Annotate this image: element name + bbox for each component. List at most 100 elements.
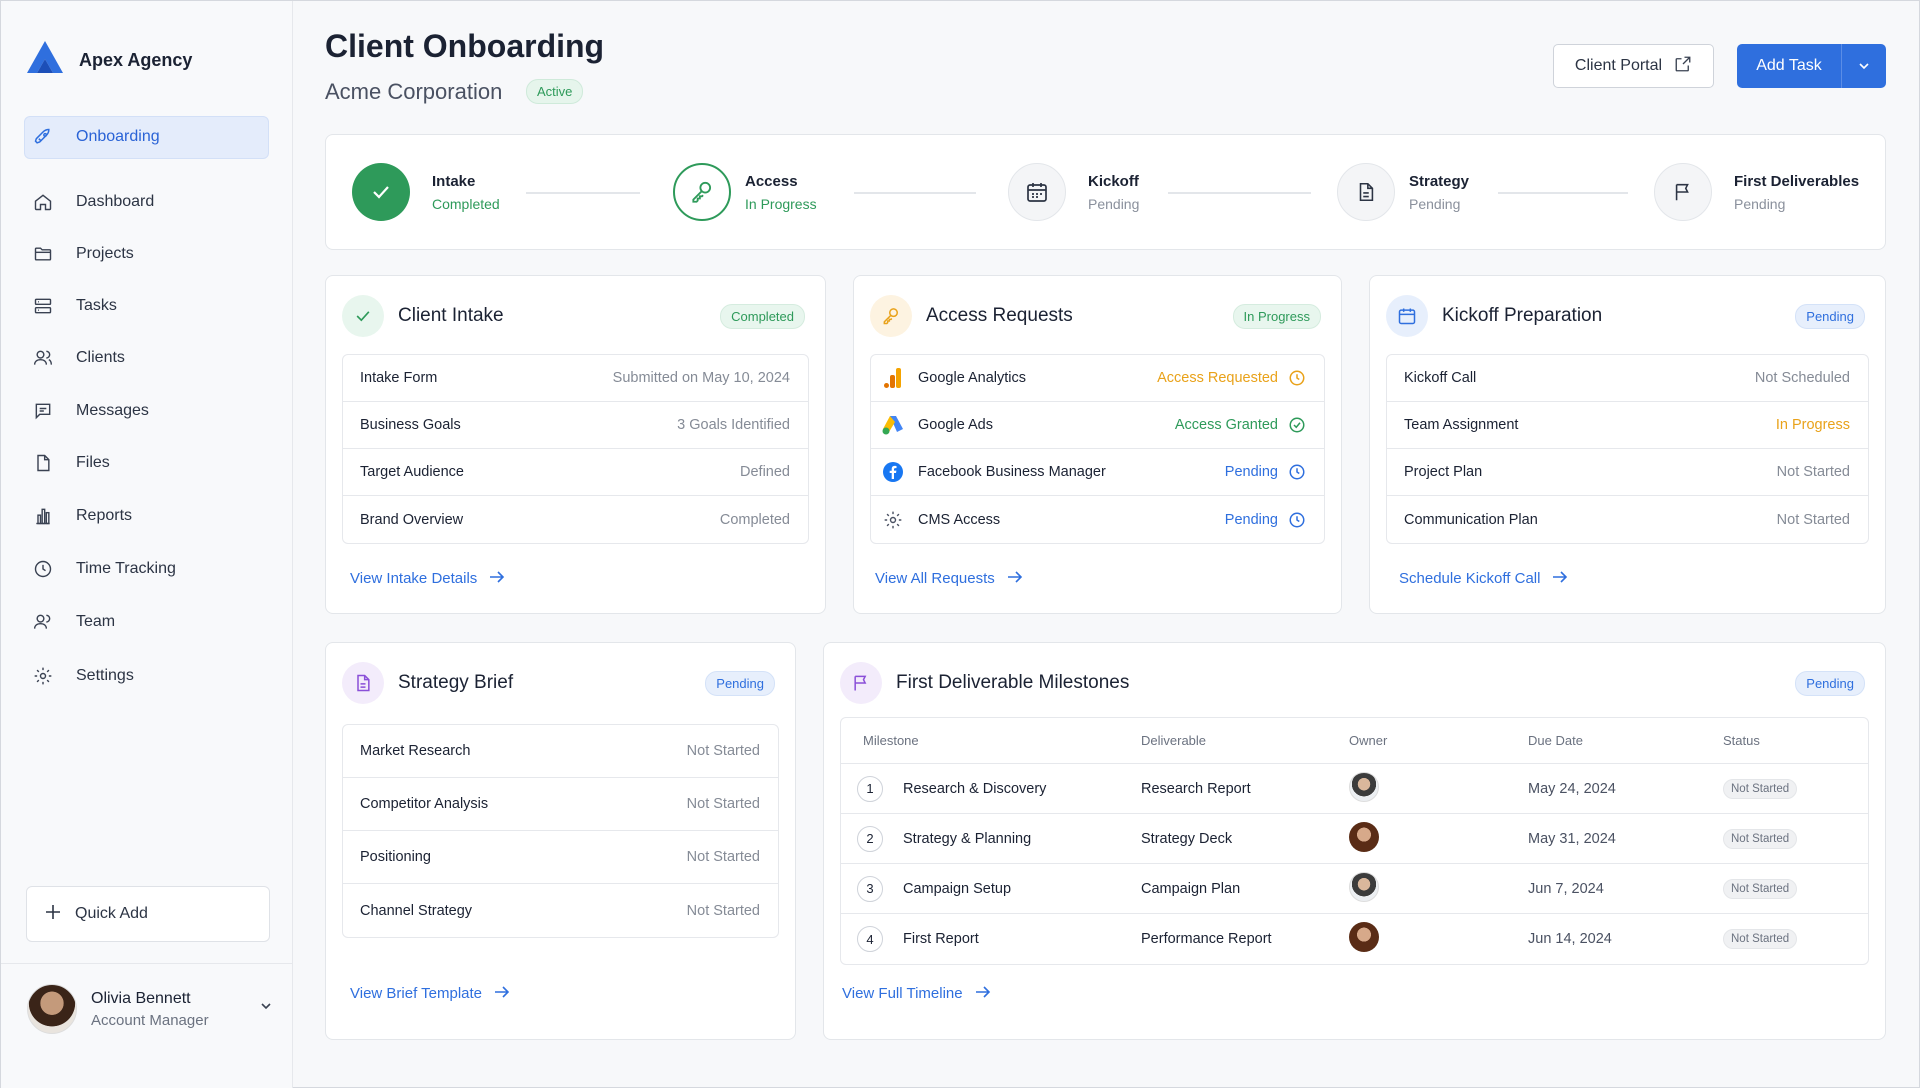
list-item[interactable]: Market Research Not Started bbox=[343, 725, 778, 778]
list-item[interactable]: Target Audience Defined bbox=[343, 449, 808, 496]
link-label: View Full Timeline bbox=[842, 985, 963, 1002]
clock-icon bbox=[1288, 511, 1306, 529]
onboarding-stepper: Intake Completed Access In Progress Kickof… bbox=[325, 134, 1886, 250]
row-label: Google Analytics bbox=[918, 370, 1027, 386]
row-label: Intake Form bbox=[360, 370, 438, 386]
user-name: Olivia Bennett bbox=[91, 989, 191, 1007]
row-label: Facebook Business Manager bbox=[918, 464, 1106, 480]
table-row[interactable]: 4 First Report Performance Report Jun 14,… bbox=[841, 914, 1868, 964]
step-first-deliverables[interactable]: First Deliverables Pending bbox=[1654, 163, 1859, 221]
status-badge: Active bbox=[526, 79, 584, 104]
quick-add-label: Quick Add bbox=[75, 905, 148, 922]
sidebar-item-dashboard[interactable]: Dashboard bbox=[32, 188, 154, 216]
table-row[interactable]: 1 Research & Discovery Research Report Ma… bbox=[841, 764, 1868, 814]
list-item[interactable]: Business Goals 3 Goals Identified bbox=[343, 402, 808, 449]
schedule-kickoff-call-link[interactable]: Schedule Kickoff Call bbox=[1399, 570, 1568, 587]
column-header: Status bbox=[1723, 733, 1760, 748]
table-row[interactable]: 2 Strategy & Planning Strategy Deck May 3… bbox=[841, 814, 1868, 864]
chevron-down-icon[interactable] bbox=[1842, 60, 1886, 72]
step-intake[interactable]: Intake Completed bbox=[352, 163, 500, 221]
view-intake-details-link[interactable]: View Intake Details bbox=[350, 570, 505, 587]
column-header: Due Date bbox=[1528, 733, 1583, 748]
step-connector bbox=[1498, 192, 1628, 194]
brand[interactable]: Apex Agency bbox=[25, 39, 192, 81]
list-item[interactable]: Brand Overview Completed bbox=[343, 496, 808, 543]
sidebar-item-clients[interactable]: Clients bbox=[32, 344, 125, 372]
step-access[interactable]: Access In Progress bbox=[673, 163, 817, 221]
milestones-table: Milestone Deliverable Owner Due Date Sta… bbox=[840, 717, 1869, 965]
plus-icon bbox=[45, 904, 61, 925]
page-title: Client Onboarding bbox=[325, 28, 605, 64]
status-badge: Not Started bbox=[1723, 929, 1798, 949]
kickoff-list: Kickoff Call Not Scheduled Team Assignmen… bbox=[1386, 354, 1869, 544]
due-date: May 31, 2024 bbox=[1528, 830, 1616, 847]
key-icon bbox=[870, 295, 912, 337]
status-badge: Not Started bbox=[1723, 878, 1798, 899]
flag-icon bbox=[840, 662, 882, 704]
milestone-name: Campaign Setup bbox=[903, 880, 1012, 897]
sidebar-item-tasks[interactable]: Tasks bbox=[32, 292, 117, 320]
clock-icon bbox=[1288, 463, 1306, 481]
row-value: Not Started bbox=[686, 849, 760, 865]
column-header: Milestone bbox=[863, 733, 919, 748]
view-brief-template-link[interactable]: View Brief Template bbox=[350, 985, 510, 1002]
card-title: Kickoff Preparation bbox=[1442, 305, 1603, 326]
step-kickoff[interactable]: Kickoff Pending bbox=[1008, 163, 1139, 221]
step-strategy[interactable]: Strategy Pending bbox=[1337, 163, 1469, 221]
sidebar-item-time-tracking[interactable]: Time Tracking bbox=[32, 555, 176, 583]
step-name: Intake bbox=[432, 172, 476, 190]
folder-icon bbox=[32, 243, 54, 265]
table-header: Milestone Deliverable Owner Due Date Sta… bbox=[841, 718, 1868, 764]
sidebar-item-projects[interactable]: Projects bbox=[32, 240, 134, 268]
external-link-icon bbox=[1674, 55, 1692, 78]
view-full-timeline-link[interactable]: View Full Timeline bbox=[842, 985, 991, 1002]
google-ads-icon bbox=[882, 414, 904, 436]
status-badge: Pending bbox=[1795, 670, 1865, 696]
list-item[interactable]: Google Ads Access Granted bbox=[871, 402, 1324, 449]
sidebar-item-team[interactable]: Team bbox=[32, 608, 115, 636]
avatar bbox=[1349, 821, 1379, 852]
sidebar: Apex Agency Onboarding Dashboard Project… bbox=[1, 1, 293, 1088]
list-item[interactable]: Intake Form Submitted on May 10, 2024 bbox=[343, 355, 808, 402]
deliverable: Performance Report bbox=[1141, 931, 1272, 947]
status-badge: Pending bbox=[1795, 303, 1865, 329]
row-label: Channel Strategy bbox=[360, 902, 473, 919]
client-portal-button[interactable]: Client Portal bbox=[1553, 44, 1714, 88]
chevron-down-icon[interactable] bbox=[259, 999, 273, 1017]
list-item[interactable]: Team Assignment In Progress bbox=[1387, 402, 1868, 449]
message-icon bbox=[32, 400, 54, 422]
row-value: In Progress bbox=[1775, 417, 1850, 433]
list-item[interactable]: Facebook Business Manager Pending bbox=[871, 449, 1324, 496]
arrow-right-icon bbox=[1007, 570, 1023, 587]
list-item[interactable]: CMS Access Pending bbox=[871, 496, 1324, 543]
column-header: Owner bbox=[1349, 733, 1388, 748]
arrow-right-icon bbox=[975, 985, 991, 1002]
due-date: Jun 14, 2024 bbox=[1528, 931, 1612, 947]
column-header: Deliverable bbox=[1141, 733, 1207, 748]
user-menu[interactable]: Olivia Bennett Account Manager bbox=[27, 983, 273, 1035]
sidebar-item-onboarding[interactable]: Onboarding bbox=[32, 123, 160, 151]
sidebar-item-messages[interactable]: Messages bbox=[32, 397, 149, 425]
list-item[interactable]: Communication Plan Not Started bbox=[1387, 496, 1868, 543]
google-analytics-icon bbox=[882, 367, 904, 389]
check-circle-icon bbox=[1288, 416, 1306, 434]
sidebar-item-files[interactable]: Files bbox=[32, 449, 110, 477]
list-item[interactable]: Project Plan Not Started bbox=[1387, 449, 1868, 496]
list-item[interactable]: Competitor Analysis Not Started bbox=[343, 778, 778, 831]
sidebar-item-reports[interactable]: Reports bbox=[32, 502, 132, 530]
quick-add-button[interactable]: Quick Add bbox=[26, 886, 270, 942]
table-row[interactable]: 3 Campaign Setup Campaign Plan Jun 7, 202… bbox=[841, 864, 1868, 914]
card-title: Client Intake bbox=[398, 305, 504, 326]
row-label: Target Audience bbox=[360, 464, 464, 480]
link-label: Schedule Kickoff Call bbox=[1399, 570, 1541, 587]
list-item[interactable]: Channel Strategy Not Started bbox=[343, 884, 778, 937]
list-item[interactable]: Google Analytics Access Requested bbox=[871, 355, 1324, 402]
add-task-button[interactable]: Add Task bbox=[1737, 44, 1886, 88]
list-item[interactable]: Kickoff Call Not Scheduled bbox=[1387, 355, 1868, 402]
list-item[interactable]: Positioning Not Started bbox=[343, 831, 778, 884]
row-label: Kickoff Call bbox=[1404, 370, 1477, 386]
row-label: CMS Access bbox=[918, 511, 1001, 528]
milestone-number: 3 bbox=[857, 875, 883, 902]
view-all-requests-link[interactable]: View All Requests bbox=[875, 570, 1023, 587]
sidebar-item-settings[interactable]: Settings bbox=[32, 662, 134, 690]
